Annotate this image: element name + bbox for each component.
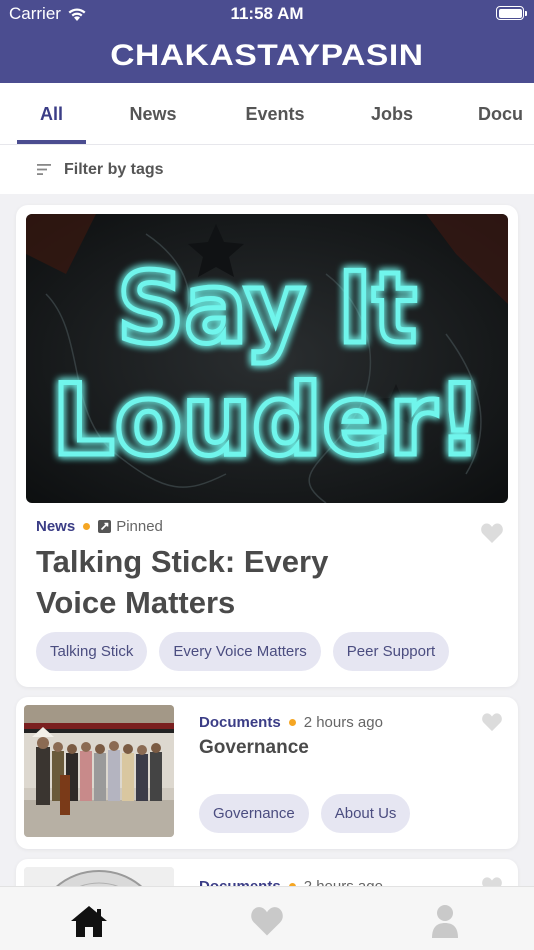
tag-chip[interactable]: Talking Stick	[36, 632, 148, 671]
post-card[interactable]: Say It Louder! News Pinned Talking Stick…	[16, 205, 518, 687]
bottom-tab-bar	[0, 886, 534, 950]
status-bar: Carrier 11:58 AM	[0, 0, 534, 28]
tab-news[interactable]: News	[117, 83, 189, 144]
filter-by-tags-button[interactable]: Filter by tags	[0, 145, 534, 194]
post-title: Governance	[199, 737, 309, 758]
pinned-indicator: Pinned	[98, 518, 163, 535]
pin-icon	[98, 520, 112, 533]
post-image: Say It Louder!	[26, 214, 508, 503]
nav-favorites[interactable]	[247, 901, 287, 941]
post-tags: Governance About Us	[199, 794, 411, 833]
post-tags: Talking Stick Every Voice Matters Peer S…	[36, 632, 450, 671]
tab-all[interactable]: All	[17, 83, 86, 144]
filter-label: Filter by tags	[64, 160, 164, 178]
post-meta: Documents 2 hours ago	[199, 714, 383, 731]
tag-chip[interactable]: Peer Support	[332, 632, 450, 671]
post-thumbnail	[24, 705, 174, 837]
pinned-label: Pinned	[116, 518, 163, 535]
image-text-line-2: Louder!	[52, 364, 482, 478]
favorite-heart-icon[interactable]	[481, 712, 503, 732]
nav-home[interactable]	[69, 901, 109, 941]
post-time: 2 hours ago	[303, 714, 383, 731]
post-card[interactable]: Documents 2 hours ago Governance Governa…	[16, 697, 518, 849]
tag-chip[interactable]: Every Voice Matters	[159, 632, 321, 671]
post-category: News	[36, 518, 76, 535]
favorite-heart-icon[interactable]	[480, 522, 504, 544]
home-icon	[71, 906, 107, 937]
profile-icon	[432, 905, 458, 938]
separator-dot	[83, 523, 91, 530]
post-meta: News Pinned	[36, 518, 163, 535]
active-tab-indicator	[17, 140, 86, 144]
nav-profile[interactable]	[425, 901, 465, 941]
separator-dot	[288, 719, 296, 726]
tab-events[interactable]: Events	[232, 83, 318, 144]
status-time: 11:58 AM	[230, 4, 304, 23]
app-header: CHAKASTAYPASIN	[0, 28, 534, 83]
image-text-line-1: Say It	[117, 252, 417, 366]
tab-documents[interactable]: Docu	[478, 83, 534, 144]
tag-chip[interactable]: About Us	[320, 794, 411, 833]
filter-lines-icon	[37, 164, 51, 175]
tag-chip[interactable]: Governance	[199, 794, 309, 833]
post-category: Documents	[199, 714, 281, 731]
heart-icon	[251, 907, 283, 936]
post-title: Talking Stick: Every Voice Matters	[36, 544, 329, 620]
app-title: CHAKASTAYPASIN	[110, 38, 424, 72]
tab-jobs[interactable]: Jobs	[360, 83, 424, 144]
category-tabs: All News Events Jobs Docu	[0, 83, 534, 145]
battery-icon	[496, 6, 527, 20]
